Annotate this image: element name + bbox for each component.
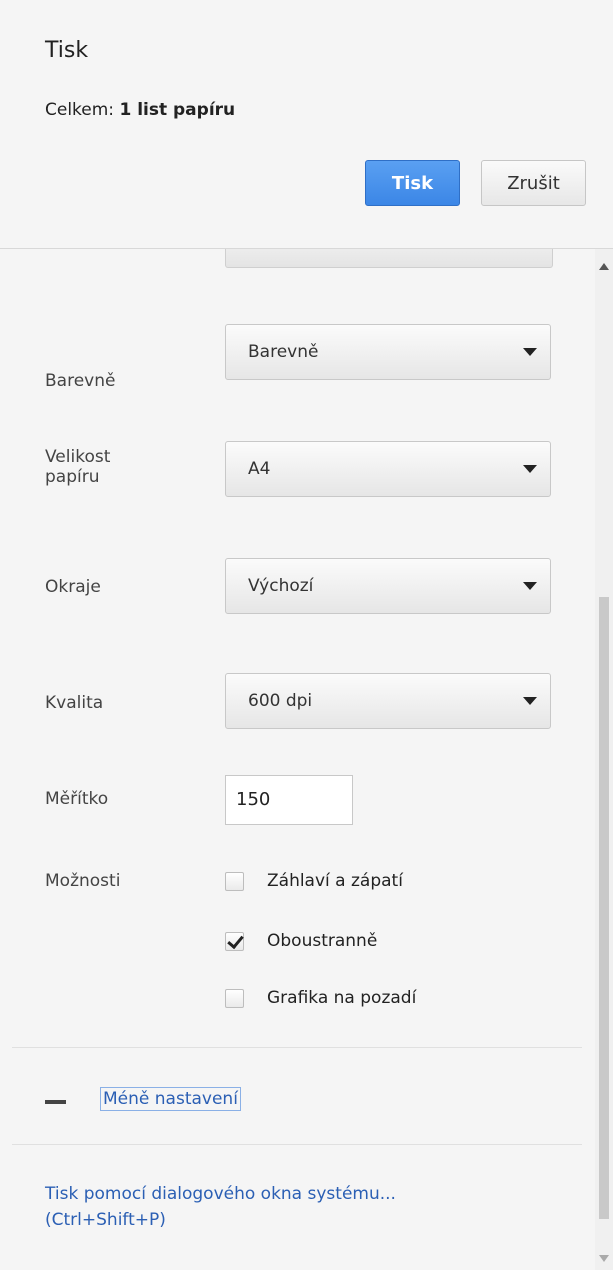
paper-size-select[interactable]: A4 <box>225 441 551 497</box>
headers-footers-label: Záhlaví a zápatí <box>267 871 403 891</box>
quality-select[interactable]: 600 dpi <box>225 673 551 729</box>
paper-size-label: Velikost papíru <box>45 447 110 487</box>
system-dialog-link[interactable]: Tisk pomocí dialogového okna systému... … <box>45 1181 396 1233</box>
option-background-graphics[interactable]: Grafika na pozadí <box>225 985 416 1011</box>
scale-input[interactable]: 150 <box>225 775 353 825</box>
option-two-sided[interactable]: Oboustranně <box>225 928 377 954</box>
paper-size-select-value: A4 <box>248 459 271 479</box>
margins-select-value: Výchozí <box>248 576 314 596</box>
print-header: Tisk Celkem: 1 list papíru Tisk Zrušit <box>0 0 613 249</box>
quality-label: Kvalita <box>45 693 104 713</box>
two-sided-checkbox[interactable] <box>225 931 244 951</box>
background-graphics-checkbox[interactable] <box>225 988 244 1008</box>
partially-visible-select[interactable] <box>225 249 553 268</box>
background-graphics-label: Grafika na pozadí <box>267 988 417 1008</box>
dropdown-arrow-icon <box>523 465 537 473</box>
cancel-button[interactable]: Zrušit <box>481 160 586 206</box>
scroll-thumb[interactable] <box>599 597 609 1219</box>
settings-panel: Barevně Barevně Velikost papíru A4 Okraj… <box>0 249 595 1270</box>
section-divider <box>12 1047 582 1048</box>
margins-label: Okraje <box>45 577 101 597</box>
system-dialog-shortcut: (Ctrl+Shift+P) <box>45 1210 166 1230</box>
scroll-up-arrow-icon[interactable] <box>599 263 609 270</box>
paper-size-label-line2: papíru <box>45 467 100 487</box>
quality-select-value: 600 dpi <box>248 691 313 711</box>
checkmark-icon <box>227 931 244 949</box>
scroll-down-arrow-icon[interactable] <box>599 1255 609 1262</box>
collapse-icon[interactable] <box>45 1100 66 1104</box>
summary-prefix: Celkem: <box>45 100 120 120</box>
system-dialog-line1: Tisk pomocí dialogového okna systému... <box>45 1184 396 1204</box>
sheet-summary: Celkem: 1 list papíru <box>45 100 235 120</box>
vertical-scrollbar[interactable] <box>595 249 613 1270</box>
margins-select[interactable]: Výchozí <box>225 558 551 614</box>
summary-value: 1 list papíru <box>119 100 236 120</box>
section-divider <box>12 1144 582 1145</box>
dropdown-arrow-icon <box>523 348 537 356</box>
color-select[interactable]: Barevně <box>225 324 551 380</box>
scale-label: Měřítko <box>45 789 109 809</box>
dialog-title: Tisk <box>45 38 89 63</box>
color-label: Barevně <box>45 371 116 391</box>
print-button[interactable]: Tisk <box>365 160 460 206</box>
option-headers-footers[interactable]: Záhlaví a zápatí <box>225 868 403 894</box>
dropdown-arrow-icon <box>523 582 537 590</box>
color-select-value: Barevně <box>248 342 319 362</box>
headers-footers-checkbox[interactable] <box>225 871 244 891</box>
dropdown-arrow-icon <box>523 697 537 705</box>
paper-size-label-line1: Velikost <box>45 447 111 467</box>
options-label: Možnosti <box>45 871 121 891</box>
two-sided-label: Oboustranně <box>267 931 378 951</box>
less-settings-link[interactable]: Méně nastavení <box>100 1087 241 1111</box>
